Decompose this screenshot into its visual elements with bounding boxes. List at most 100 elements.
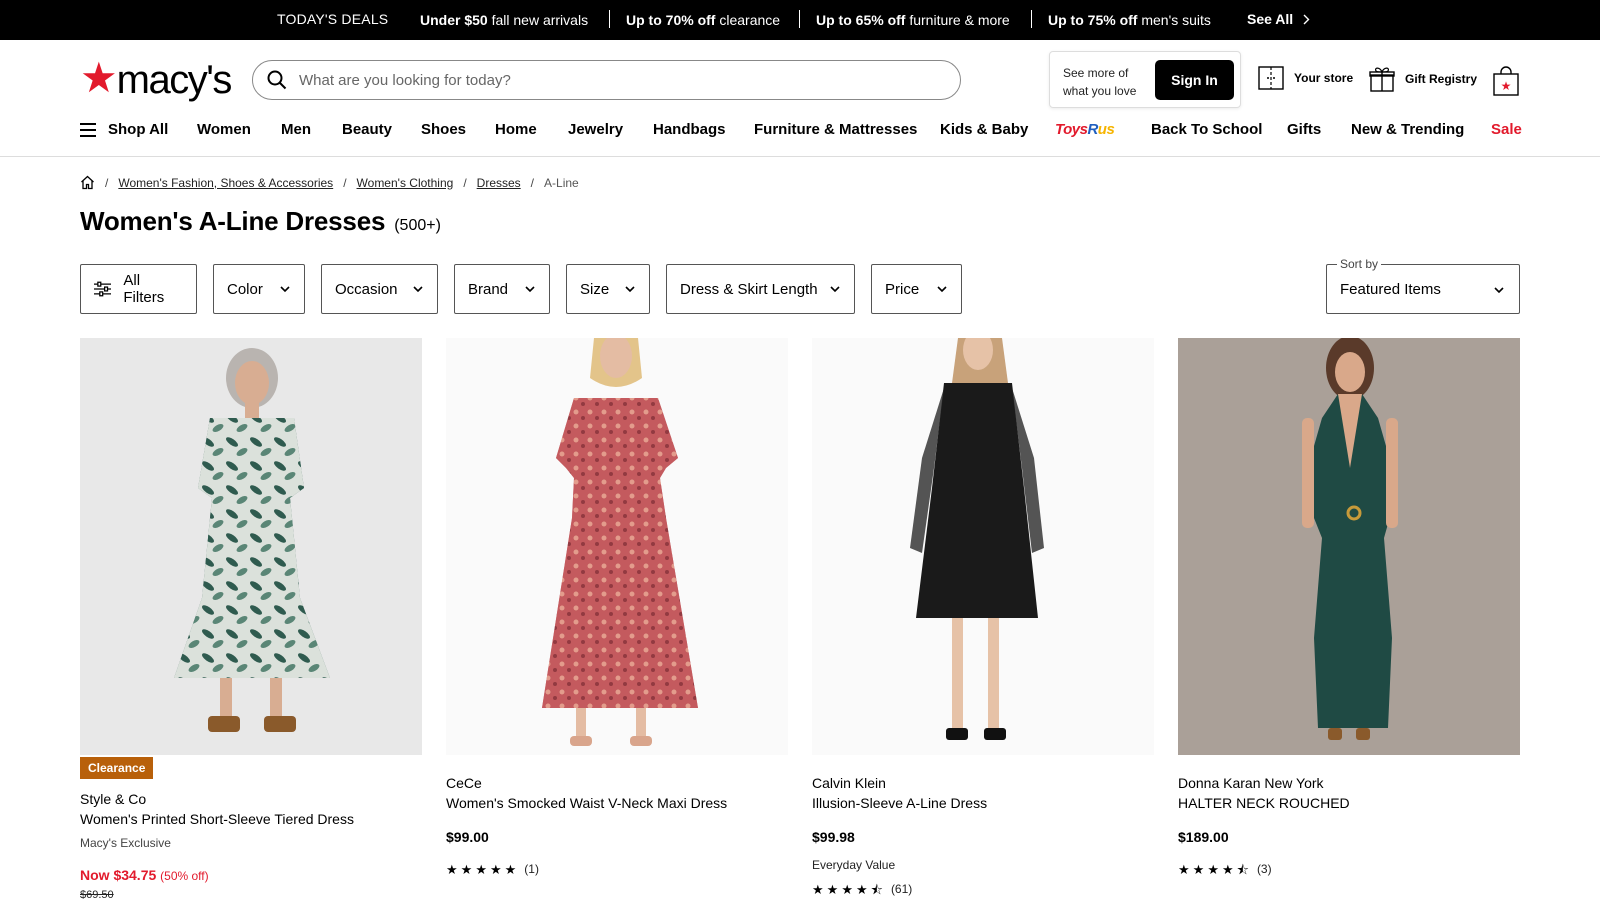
deal-link-2[interactable]: Up to 70% off clearance: [626, 12, 780, 28]
nav-beauty[interactable]: Beauty: [342, 121, 392, 138]
product-card[interactable]: Calvin Klein Illusion-Sleeve A-Line Dres…: [812, 338, 1154, 896]
product-image[interactable]: [1178, 338, 1520, 755]
gift-icon: [1369, 67, 1395, 92]
breadcrumb-separator: /: [105, 175, 109, 190]
product-name[interactable]: Women's Smocked Waist V-Neck Maxi Dress: [446, 795, 788, 811]
chevron-right-icon: [1303, 14, 1310, 24]
chevron-down-icon: [1494, 287, 1504, 294]
breadcrumb-link-dresses[interactable]: Dresses: [477, 176, 521, 190]
divider: [1031, 10, 1032, 28]
main-nav: Shop All Women Men Beauty Shoes Home Jew…: [0, 113, 1600, 157]
product-image[interactable]: [80, 338, 422, 755]
search-input[interactable]: [299, 71, 899, 89]
chevron-down-icon: [830, 286, 840, 293]
macys-logo[interactable]: ★ macy's: [80, 57, 233, 102]
divider: [609, 10, 610, 28]
breadcrumb: / Women's Fashion, Shoes & Accessories /…: [80, 175, 579, 190]
star-icon: ★: [1178, 861, 1190, 877]
review-count: (1): [524, 862, 539, 876]
filter-brand[interactable]: Brand: [454, 264, 550, 314]
review-count: (3): [1256, 862, 1272, 876]
product-name[interactable]: Women's Printed Short-Sleeve Tiered Dres…: [80, 811, 422, 827]
star-icon: ★: [489, 861, 502, 877]
shopping-bag-button[interactable]: ★: [1493, 66, 1519, 101]
gift-registry-label: Gift Registry: [1405, 72, 1478, 86]
breadcrumb-current: A-Line: [544, 175, 579, 190]
deal-link-4[interactable]: Up to 75% off men's suits: [1048, 12, 1211, 28]
nav-men[interactable]: Men: [281, 121, 311, 138]
deal-link-3[interactable]: Up to 65% off furniture & more: [816, 12, 1010, 28]
search-icon[interactable]: [267, 70, 287, 90]
chevron-down-icon: [413, 286, 423, 293]
product-brand[interactable]: Style & Co: [80, 791, 422, 807]
nav-new-trending[interactable]: New & Trending: [1351, 121, 1464, 138]
filter-size[interactable]: Size: [566, 264, 650, 314]
sort-by-label: Sort by: [1337, 257, 1382, 271]
product-exclusive-tag: Macy's Exclusive: [80, 836, 171, 850]
see-all-label: See All: [1247, 11, 1294, 27]
rating-stars[interactable]: ★ ★ ★ ★ ★ (1): [446, 862, 788, 876]
filter-dress-skirt-length[interactable]: Dress & Skirt Length: [666, 264, 855, 314]
nav-furniture[interactable]: Furniture & Mattresses: [754, 121, 917, 138]
product-brand[interactable]: Calvin Klein: [812, 775, 1154, 791]
nav-toysrus-logo[interactable]: ToysRus: [1055, 121, 1115, 138]
logo-wordmark: macy's: [116, 58, 233, 102]
filter-occasion[interactable]: Occasion: [321, 264, 438, 314]
star-icon: ★: [1221, 861, 1234, 877]
product-brand[interactable]: CeCe: [446, 775, 788, 791]
nav-jewelry[interactable]: Jewelry: [568, 121, 623, 138]
all-filters-label: All Filters: [123, 272, 165, 306]
rating-stars[interactable]: ★ ★ ★ ★ ⯪ (3): [1178, 862, 1520, 876]
nav-shoes[interactable]: Shoes: [421, 121, 466, 138]
star-icon: ★: [1207, 861, 1219, 877]
product-brand[interactable]: Donna Karan New York: [1178, 775, 1520, 791]
nav-sale[interactable]: Sale: [1491, 121, 1522, 138]
nav-women[interactable]: Women: [197, 121, 251, 138]
nav-gifts[interactable]: Gifts: [1287, 121, 1321, 138]
nav-handbags[interactable]: Handbags: [653, 121, 726, 138]
filter-sliders-icon: [94, 281, 112, 297]
sign-in-button[interactable]: Sign In: [1155, 60, 1234, 100]
now-price: Now $34.75: [80, 867, 157, 883]
nav-back-to-school[interactable]: Back To School: [1151, 121, 1262, 138]
search-bar[interactable]: [252, 60, 961, 100]
rating-stars[interactable]: ★ ★ ★ ★ ⯪ (61): [812, 882, 1154, 896]
all-filters-button[interactable]: All Filters: [80, 264, 197, 314]
product-card[interactable]: Clearance Style & Co Women's Printed Sho…: [80, 338, 422, 900]
see-all-deals-link[interactable]: See All: [1247, 11, 1310, 27]
gift-registry-link[interactable]: Gift Registry: [1369, 66, 1477, 92]
clearance-badge: Clearance: [80, 757, 154, 779]
nav-kids-baby[interactable]: Kids & Baby: [940, 121, 1028, 138]
product-price: $99.98: [812, 829, 855, 845]
shop-all-label: Shop All: [108, 121, 169, 138]
breadcrumb-link-womens-fashion[interactable]: Women's Fashion, Shoes & Accessories: [118, 176, 333, 190]
deal-link-1[interactable]: Under $50 fall new arrivals: [420, 12, 588, 28]
product-image[interactable]: [446, 338, 788, 755]
half-star-icon: ⯪: [870, 881, 883, 897]
product-image[interactable]: [812, 338, 1154, 755]
product-name[interactable]: HALTER NECK ROUCHED: [1178, 795, 1520, 811]
filter-color[interactable]: Color: [213, 264, 305, 314]
breadcrumb-link-womens-clothing[interactable]: Women's Clothing: [357, 176, 454, 190]
product-price: $189.00: [1178, 829, 1229, 845]
product-card[interactable]: CeCe Women's Smocked Waist V-Neck Maxi D…: [446, 338, 788, 876]
dress-photo: [80, 338, 422, 755]
svg-text:★: ★: [1501, 79, 1512, 93]
filter-label: Price: [885, 280, 920, 298]
filter-price[interactable]: Price: [871, 264, 962, 314]
chevron-down-icon: [280, 286, 290, 293]
shopping-bag-icon: ★: [1493, 66, 1519, 96]
star-icon: ★: [446, 861, 458, 877]
star-icon: ★: [460, 861, 473, 877]
star-icon: ★: [504, 861, 517, 877]
your-store-link[interactable]: Your store: [1258, 66, 1353, 90]
your-store-label: Your store: [1294, 71, 1354, 85]
product-name[interactable]: Illusion-Sleeve A-Line Dress: [812, 795, 1154, 811]
original-price: $69.50: [80, 889, 114, 900]
home-icon[interactable]: [80, 175, 95, 190]
product-card[interactable]: Donna Karan New York HALTER NECK ROUCHED…: [1178, 338, 1520, 876]
nav-home[interactable]: Home: [495, 121, 537, 138]
sort-by-select[interactable]: Sort by Featured Items: [1326, 257, 1520, 314]
dress-photo: [812, 338, 1154, 755]
shop-all-menu[interactable]: Shop All: [80, 121, 168, 138]
